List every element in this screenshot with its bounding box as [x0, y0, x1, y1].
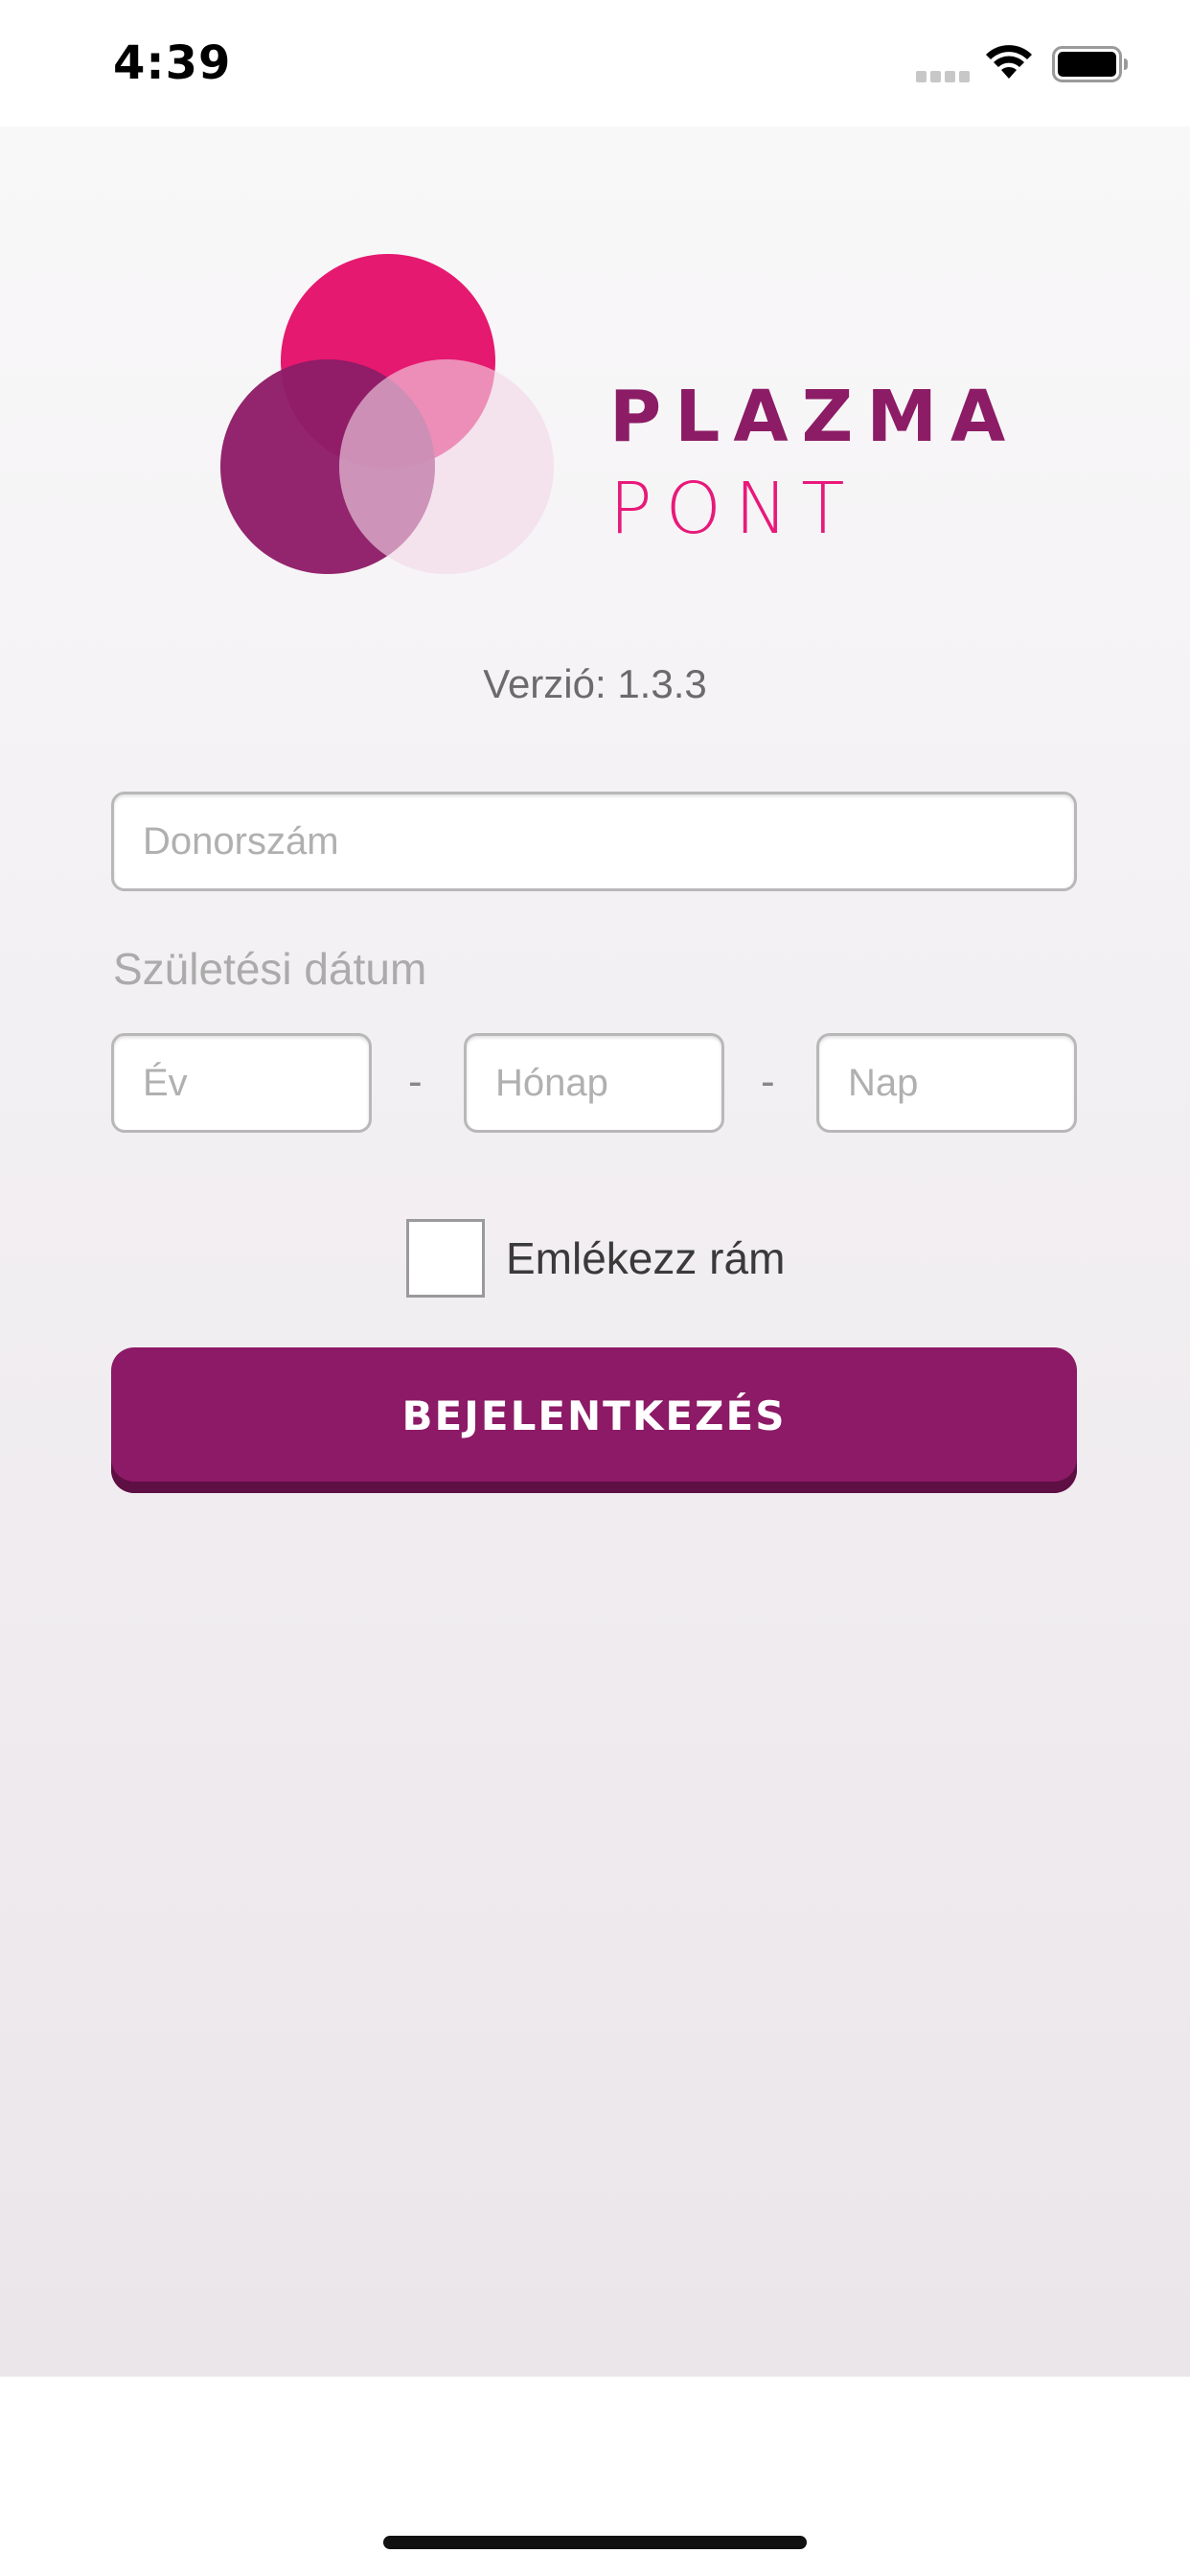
date-separator: -: [761, 1058, 775, 1105]
birth-day-input[interactable]: [816, 1033, 1077, 1133]
birth-month-input[interactable]: [464, 1033, 724, 1133]
brand-name-line1: PLAZMA: [609, 376, 1019, 458]
remember-me-label[interactable]: Emlékezz rám: [506, 1232, 785, 1284]
birth-date-label: Születési dátum: [113, 944, 427, 994]
brand-name-line2: PONT: [609, 468, 858, 550]
status-time: 4:39: [113, 36, 232, 90]
date-separator: -: [408, 1058, 423, 1105]
cellular-signal-icon: [916, 71, 970, 82]
brand-wordmark: PLAZMA PONT: [609, 379, 1018, 549]
birth-year-input[interactable]: [111, 1033, 372, 1133]
wifi-icon: [986, 45, 1032, 79]
remember-me-checkbox[interactable]: [406, 1219, 485, 1298]
battery-icon: [1052, 46, 1128, 82]
home-indicator[interactable]: [383, 2536, 807, 2549]
app-version: Verzió: 1.3.3: [483, 661, 707, 706]
plazmapont-logo-icon: [220, 254, 554, 574]
login-button[interactable]: BEJELENTKEZÉS: [111, 1347, 1077, 1493]
donor-number-input[interactable]: [111, 792, 1077, 891]
status-bar: 4:39: [0, 0, 1190, 126]
